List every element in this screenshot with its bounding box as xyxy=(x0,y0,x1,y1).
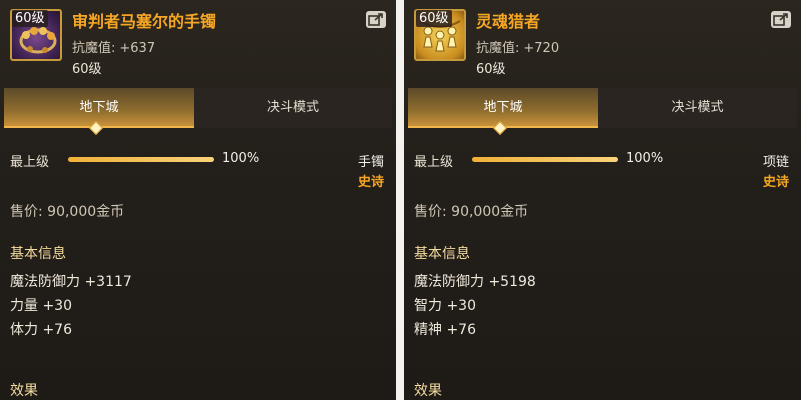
grade-percent: 100% xyxy=(626,151,664,166)
item-name: 审判者马塞尔的手镯 xyxy=(72,12,217,31)
grade-label: 最上级 xyxy=(10,155,50,170)
grade-progress-bar xyxy=(68,157,214,162)
grade-progress-fill xyxy=(472,157,618,162)
level-badge: 60级 xyxy=(12,10,48,27)
basic-info-title: 基本信息 xyxy=(414,246,470,262)
resist-stat: 抗魔值: +637 xyxy=(72,37,155,56)
item-header: 60级 灵魂猎者 抗魔值: +720 60级 xyxy=(404,0,801,88)
item-name: 灵魂猎者 xyxy=(476,12,541,31)
sell-price: 售价: 90,000金币 xyxy=(414,204,529,220)
attribute-line: 魔法防御力 +3117 xyxy=(10,274,132,290)
sell-price: 售价: 90,000金币 xyxy=(10,204,125,220)
attribute-line: 精神 +76 xyxy=(414,322,476,338)
effect-title: 效果 xyxy=(414,383,442,399)
item-tooltip-right: 60级 灵魂猎者 抗魔值: +720 60级 地下城 决斗模式 最上级 100% … xyxy=(404,0,801,400)
grade-label: 最上级 xyxy=(414,155,454,170)
share-icon[interactable] xyxy=(771,11,791,28)
attribute-line: 智力 +30 xyxy=(414,298,476,314)
resist-value: +720 xyxy=(523,41,560,56)
attribute-line: 力量 +30 xyxy=(10,298,72,314)
equipment-slot: 手镯 xyxy=(357,155,384,170)
required-level: 60级 xyxy=(72,62,102,77)
level-badge: 60级 xyxy=(416,10,452,27)
required-level: 60级 xyxy=(476,62,506,77)
resist-label: 抗魔值: xyxy=(72,41,116,56)
tab-pvp[interactable]: 决斗模式 xyxy=(194,88,392,128)
rarity-label: 史诗 xyxy=(762,175,789,190)
tab-dungeon[interactable]: 地下城 xyxy=(4,88,194,128)
tab-dungeon[interactable]: 地下城 xyxy=(408,88,598,128)
grade-progress-fill xyxy=(68,157,214,162)
attribute-line: 魔法防御力 +5198 xyxy=(414,274,536,290)
resist-stat: 抗魔值: +720 xyxy=(476,37,559,56)
share-icon[interactable] xyxy=(366,11,386,28)
mode-tabs: 地下城 决斗模式 xyxy=(408,88,797,128)
panel-divider xyxy=(396,0,404,400)
grade-percent: 100% xyxy=(222,151,260,166)
tab-pvp[interactable]: 决斗模式 xyxy=(598,88,797,128)
item-tooltip-left: 60级 审判者马塞尔的手镯 抗魔值: +637 60级 地下城 决斗模式 最上级 … xyxy=(0,0,397,400)
mode-tabs: 地下城 决斗模式 xyxy=(4,88,392,128)
resist-value: +637 xyxy=(119,41,156,56)
equipment-slot: 项链 xyxy=(762,155,789,170)
grade-progress-bar xyxy=(472,157,618,162)
effect-title: 效果 xyxy=(10,383,38,399)
resist-label: 抗魔值: xyxy=(476,41,520,56)
rarity-label: 史诗 xyxy=(357,175,384,190)
attribute-line: 体力 +76 xyxy=(10,322,72,338)
item-header: 60级 审判者马塞尔的手镯 抗魔值: +637 60级 xyxy=(0,0,396,88)
basic-info-title: 基本信息 xyxy=(10,246,66,262)
